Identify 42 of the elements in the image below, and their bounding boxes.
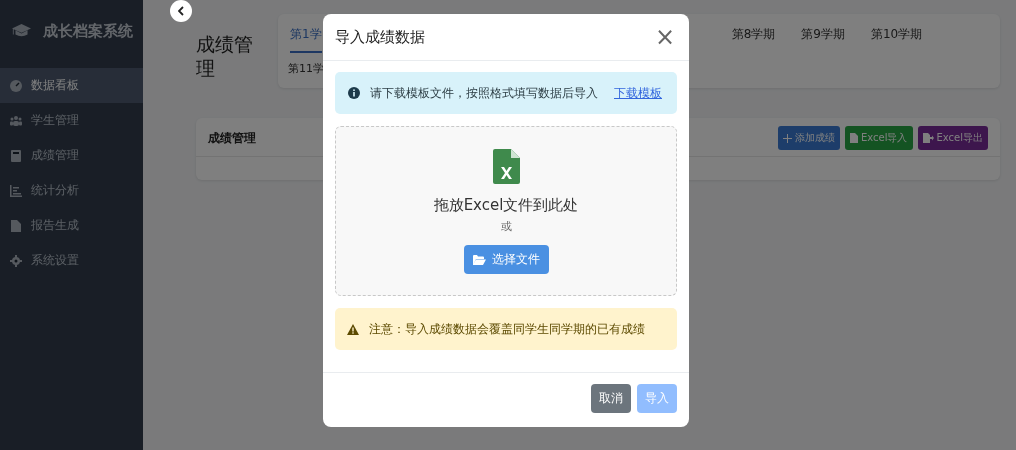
excel-file-icon xyxy=(492,149,520,184)
file-icon xyxy=(10,219,22,232)
collapse-button[interactable] xyxy=(170,0,192,22)
sidebar-item[interactable]: 数据看板 xyxy=(0,68,143,103)
gauge-icon xyxy=(10,79,22,92)
folder-icon xyxy=(472,254,486,265)
term-tab[interactable]: 第11学 xyxy=(288,53,324,84)
drop-zone[interactable]: 拖放Excel文件到此处 或 选择文件 xyxy=(335,126,677,296)
term-tab[interactable]: 第9学期 xyxy=(801,14,845,53)
term-tab[interactable]: 第1学 xyxy=(290,14,322,53)
info-icon xyxy=(348,87,360,99)
or-text: 或 xyxy=(500,219,512,234)
drop-zone-title: 拖放Excel文件到此处 xyxy=(433,196,579,215)
plus-icon xyxy=(783,133,792,143)
add-button[interactable]: 添加成绩 xyxy=(778,126,840,150)
download-template-link[interactable]: 下载模板 xyxy=(614,85,662,101)
info-text: 请下载模板文件，按照格式填写数据后导入 xyxy=(370,85,598,101)
graduation-cap-icon xyxy=(12,23,31,39)
term-tab[interactable]: 第10学期 xyxy=(870,14,923,53)
import-button[interactable]: Excel导入 xyxy=(845,126,913,150)
sidebar-item[interactable]: 统计分析 xyxy=(0,173,143,208)
export-button[interactable]: Excel导出 xyxy=(917,126,988,150)
sidebar-item[interactable]: 学生管理 xyxy=(0,103,143,138)
card-title: 成绩管理 xyxy=(208,129,256,147)
page-title: 成绩管理 xyxy=(196,32,254,81)
book-icon xyxy=(10,149,22,162)
sidebar-item[interactable]: 成绩管理 xyxy=(0,138,143,173)
cancel-button[interactable]: 取消 xyxy=(591,383,631,413)
chevron-left-icon xyxy=(178,6,184,16)
users-icon xyxy=(10,114,22,127)
sidebar-item[interactable]: 报告生成 xyxy=(0,208,143,243)
settings-icon xyxy=(10,254,22,267)
file-icon xyxy=(850,133,858,143)
app-title: 成长档案系统 xyxy=(43,21,133,41)
file-export-icon xyxy=(922,133,934,143)
chart-icon xyxy=(10,184,22,197)
choose-file-button[interactable]: 选择文件 xyxy=(463,245,549,274)
warning-icon xyxy=(347,323,359,335)
dialog-title: 导入成绩数据 xyxy=(335,27,425,47)
close-button[interactable]: × xyxy=(650,25,679,49)
term-tab[interactable]: 第8学期 xyxy=(731,14,776,53)
warning-text: 注意：导入成绩数据会覆盖同学生同学期的已有成绩 xyxy=(369,321,645,337)
